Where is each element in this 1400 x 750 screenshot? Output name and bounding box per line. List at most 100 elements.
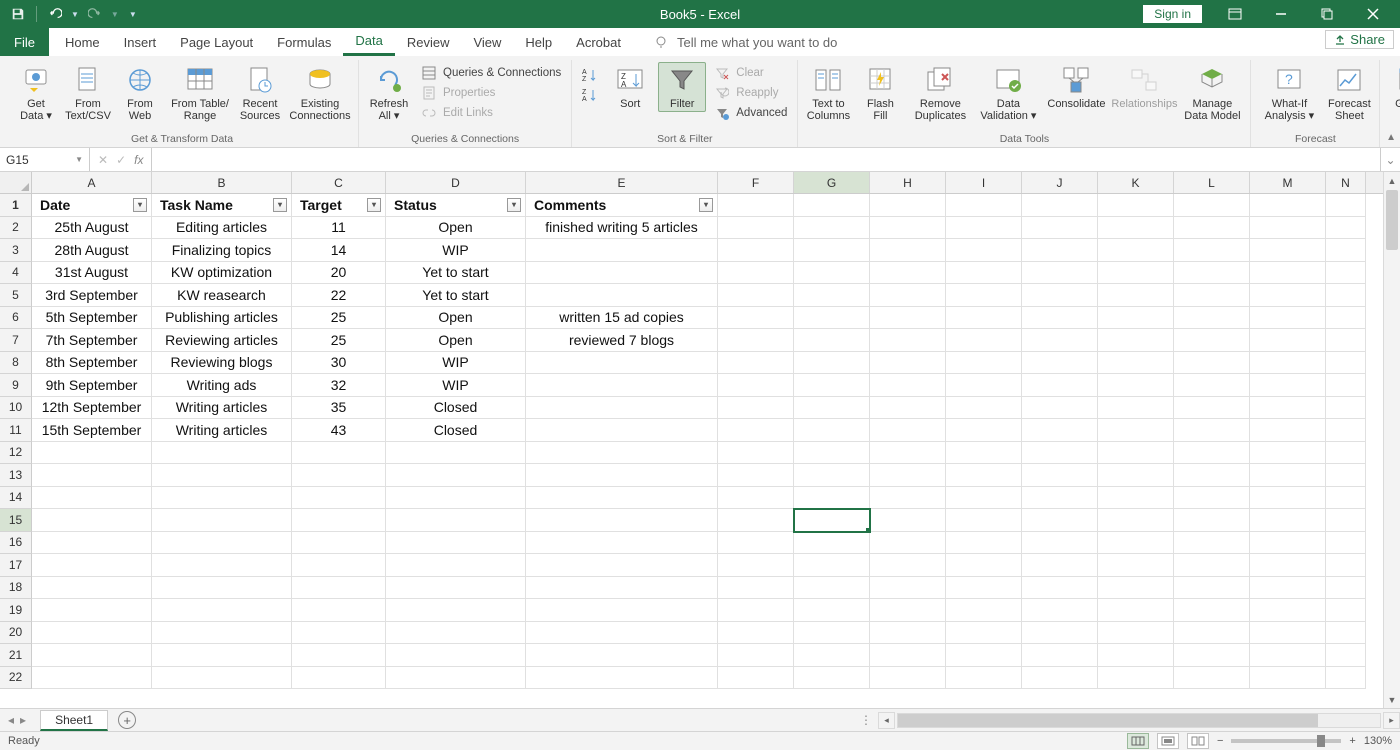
cell[interactable]: [526, 397, 718, 420]
cell[interactable]: [526, 419, 718, 442]
cell[interactable]: [152, 464, 292, 487]
row-head[interactable]: 9: [0, 374, 32, 397]
cell[interactable]: [1250, 419, 1326, 442]
cell[interactable]: Yet to start: [386, 262, 526, 285]
cell[interactable]: [1022, 509, 1098, 532]
row-head[interactable]: 17: [0, 554, 32, 577]
cell[interactable]: [386, 464, 526, 487]
get-data-button[interactable]: Get Data ▾: [12, 62, 60, 122]
cell[interactable]: [1022, 599, 1098, 622]
cell[interactable]: [1326, 554, 1366, 577]
cell[interactable]: [386, 599, 526, 622]
cell[interactable]: [946, 352, 1022, 375]
undo-icon[interactable]: [45, 4, 65, 24]
cell[interactable]: [152, 644, 292, 667]
cell[interactable]: [718, 442, 794, 465]
cell[interactable]: [1174, 239, 1250, 262]
cell[interactable]: [1022, 262, 1098, 285]
cell[interactable]: [1098, 374, 1174, 397]
cell[interactable]: WIP: [386, 239, 526, 262]
cell[interactable]: [1174, 194, 1250, 217]
cell[interactable]: [32, 554, 152, 577]
cell[interactable]: [526, 509, 718, 532]
cell[interactable]: [1326, 442, 1366, 465]
remove-duplicates-button[interactable]: Remove Duplicates: [908, 62, 972, 122]
cell[interactable]: [32, 577, 152, 600]
cell[interactable]: [526, 644, 718, 667]
cell[interactable]: 12th September: [32, 397, 152, 420]
cell[interactable]: [526, 442, 718, 465]
filter-button[interactable]: Filter: [658, 62, 706, 112]
cell[interactable]: [946, 397, 1022, 420]
cell[interactable]: [1326, 599, 1366, 622]
cell[interactable]: [946, 487, 1022, 510]
cell[interactable]: [794, 487, 870, 510]
cell[interactable]: [946, 577, 1022, 600]
col-head-j[interactable]: J: [1022, 172, 1098, 193]
cell[interactable]: 8th September: [32, 352, 152, 375]
cell[interactable]: [794, 307, 870, 330]
cell[interactable]: [794, 532, 870, 555]
page-break-view-icon[interactable]: [1187, 733, 1209, 749]
cell[interactable]: [1326, 622, 1366, 645]
cell[interactable]: [1022, 554, 1098, 577]
cell[interactable]: [946, 374, 1022, 397]
cell[interactable]: 35: [292, 397, 386, 420]
cell[interactable]: [1250, 667, 1326, 690]
header-cell-c[interactable]: Target▾: [292, 194, 386, 217]
cell[interactable]: [1174, 577, 1250, 600]
cell[interactable]: [794, 667, 870, 690]
cell[interactable]: [870, 397, 946, 420]
cell[interactable]: [1250, 532, 1326, 555]
tab-insert[interactable]: Insert: [112, 28, 169, 56]
scroll-right-icon[interactable]: ▸: [1383, 712, 1400, 729]
cell[interactable]: Reviewing blogs: [152, 352, 292, 375]
cell[interactable]: [1174, 307, 1250, 330]
row-head[interactable]: 13: [0, 464, 32, 487]
cell[interactable]: [1326, 464, 1366, 487]
cell[interactable]: [152, 509, 292, 532]
row-head[interactable]: 21: [0, 644, 32, 667]
row-head[interactable]: 15: [0, 509, 32, 532]
cell[interactable]: [1326, 419, 1366, 442]
cell[interactable]: [946, 442, 1022, 465]
cell[interactable]: [718, 307, 794, 330]
cell[interactable]: [1250, 554, 1326, 577]
cell[interactable]: Writing articles: [152, 419, 292, 442]
cell[interactable]: [292, 442, 386, 465]
qat-customize-icon[interactable]: ▼: [129, 10, 137, 19]
cell[interactable]: [870, 599, 946, 622]
row-head[interactable]: 5: [0, 284, 32, 307]
cell[interactable]: [870, 419, 946, 442]
cell[interactable]: [386, 577, 526, 600]
cell[interactable]: [1326, 217, 1366, 240]
cell[interactable]: [1022, 352, 1098, 375]
scroll-thumb[interactable]: [1386, 190, 1398, 250]
row-head[interactable]: 16: [0, 532, 32, 555]
cell[interactable]: [32, 532, 152, 555]
cell[interactable]: [946, 622, 1022, 645]
page-layout-view-icon[interactable]: [1157, 733, 1179, 749]
cell[interactable]: [794, 397, 870, 420]
header-cell-d[interactable]: Status▾: [386, 194, 526, 217]
cell[interactable]: [1174, 217, 1250, 240]
cell[interactable]: [718, 284, 794, 307]
cell[interactable]: [946, 509, 1022, 532]
cancel-formula-icon[interactable]: ✕: [98, 153, 108, 167]
col-head-l[interactable]: L: [1174, 172, 1250, 193]
cell[interactable]: [946, 644, 1022, 667]
zoom-in-icon[interactable]: +: [1349, 735, 1355, 747]
cell[interactable]: [526, 532, 718, 555]
cell[interactable]: [1250, 577, 1326, 600]
sheet-tab-1[interactable]: Sheet1: [40, 710, 108, 731]
cell[interactable]: [870, 577, 946, 600]
cell[interactable]: [870, 307, 946, 330]
cell[interactable]: [292, 509, 386, 532]
cell[interactable]: [1098, 194, 1174, 217]
cell[interactable]: [1098, 577, 1174, 600]
cell[interactable]: [1250, 599, 1326, 622]
cell[interactable]: [1098, 464, 1174, 487]
cell[interactable]: [1174, 397, 1250, 420]
row-head[interactable]: 22: [0, 667, 32, 690]
cell[interactable]: [1098, 352, 1174, 375]
